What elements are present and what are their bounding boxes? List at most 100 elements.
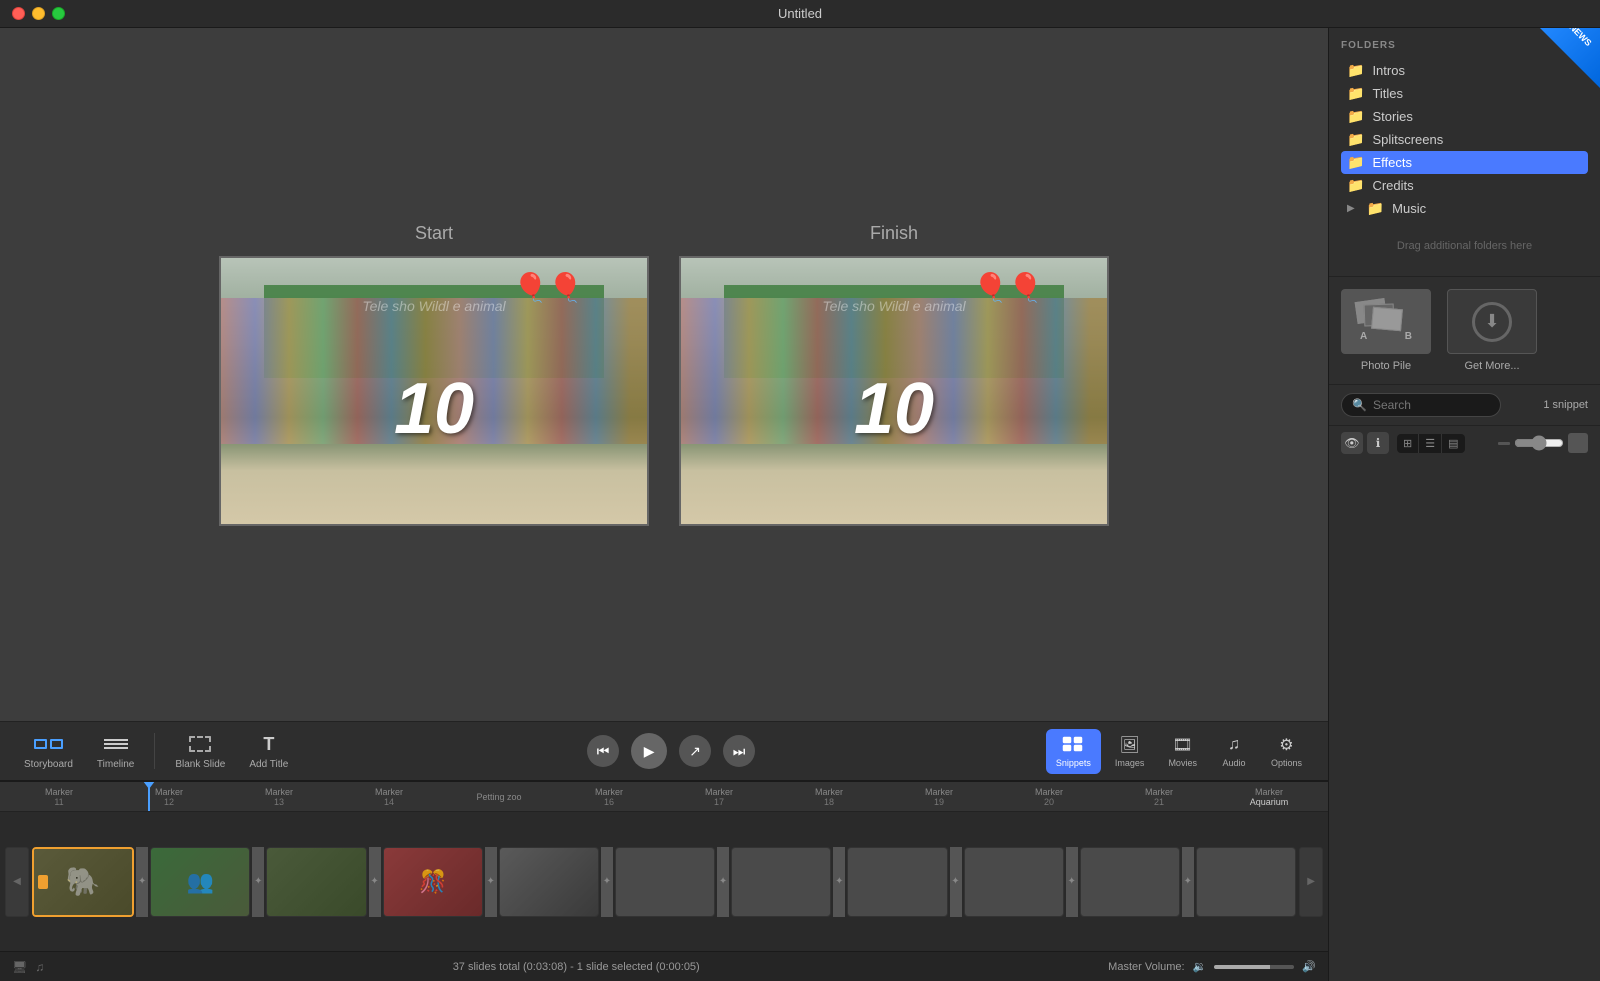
play-button[interactable]: ▶	[631, 733, 667, 769]
clip-connector-1: ✦	[136, 847, 148, 917]
volume-slider[interactable]	[1214, 965, 1294, 969]
pile-letter-b: B	[1405, 331, 1412, 342]
folder-intros[interactable]: 📁 Intros	[1341, 59, 1588, 82]
fast-forward-button[interactable]: ⏭	[723, 735, 755, 767]
clip-handle-left: ◀	[5, 847, 29, 917]
share-button[interactable]: ↗	[679, 735, 711, 767]
marker-17: Marker 17	[664, 787, 774, 807]
size-controls	[1498, 433, 1588, 453]
snippet-count: 1 snippet	[1543, 399, 1588, 411]
detail-view-button[interactable]: ▤	[1442, 434, 1464, 453]
folder-stories[interactable]: 📁 Stories	[1341, 105, 1588, 128]
status-bar: 🖥 ♫ 37 slides total (0:03:08) - 1 slide …	[0, 951, 1328, 981]
clip-aquarium[interactable]	[1196, 847, 1296, 917]
size-min-icon	[1498, 442, 1510, 445]
news-text: NEWS	[1567, 22, 1593, 48]
folder-titles[interactable]: 📁 Titles	[1341, 82, 1588, 105]
balloon-area-2: 🎈🎈	[973, 271, 1043, 304]
right-sidebar: FOLDERS 📁 Intros 📁 Titles 📁 Stories 📁 Sp…	[1328, 28, 1600, 981]
options-tab-label: Options	[1271, 758, 1302, 768]
volume-down-icon: 🔉	[1193, 960, 1207, 973]
main-layout: Start 10 🎈🎈 Tele sho Wildl e animal Fini…	[0, 28, 1600, 981]
clip-handle-right: ▶	[1299, 847, 1323, 917]
status-left-controls: 🖥 ♫	[12, 960, 44, 974]
tab-snippets[interactable]: Snippets	[1046, 729, 1101, 774]
folder-label-titles: Titles	[1372, 86, 1403, 101]
search-icon: 🔍	[1352, 398, 1367, 412]
view-controls: 👁 ℹ ⊞ ☰ ▤	[1329, 425, 1600, 460]
snippets-content[interactable]	[1329, 460, 1600, 981]
add-title-icon: T	[254, 732, 284, 756]
snippets-tab-label: Snippets	[1056, 758, 1091, 768]
toolbar-right-tabs: Snippets 🖼 Images 🎞 Movies ♫ Audio ⚙ Opt…	[1046, 729, 1312, 774]
search-input[interactable]	[1373, 398, 1490, 412]
clip-14[interactable]: 🎊	[383, 847, 483, 917]
add-title-button[interactable]: T Add Title	[241, 728, 296, 774]
toolbar: Storyboard Timeline	[0, 721, 1328, 781]
folder-splitscreens[interactable]: 📁 Splitscreens	[1341, 128, 1588, 151]
marker-20: Marker 20	[994, 787, 1104, 807]
playhead	[148, 782, 150, 811]
minimize-button[interactable]	[32, 7, 45, 20]
folder-icon-splitscreens: 📁	[1347, 131, 1364, 148]
folder-music[interactable]: ▶ 📁 Music	[1341, 197, 1588, 220]
close-button[interactable]	[12, 7, 25, 20]
list-view-button[interactable]: ☰	[1419, 434, 1442, 453]
clip-18[interactable]	[847, 847, 947, 917]
drag-hint: Drag additional folders here	[1341, 228, 1588, 264]
storyboard-button[interactable]: Storyboard	[16, 728, 81, 774]
folders-section: FOLDERS 📁 Intros 📁 Titles 📁 Stories 📁 Sp…	[1329, 28, 1600, 276]
clip-19[interactable]	[964, 847, 1064, 917]
tab-images[interactable]: 🖼 Images	[1105, 729, 1155, 774]
timeline-button[interactable]: Timeline	[89, 728, 142, 774]
pile-letter-a: A	[1360, 331, 1367, 342]
blank-slide-button[interactable]: Blank Slide	[167, 728, 233, 774]
clip-13[interactable]	[266, 847, 366, 917]
grid-view-button[interactable]: ⊞	[1397, 434, 1419, 453]
timeline-markers: Marker 11 Marker 12 Marker 13 Marker 14 …	[0, 782, 1328, 812]
marker-14: Marker 14	[334, 787, 444, 807]
movies-icon: 🎞	[1170, 735, 1196, 755]
clip-connector-5: ✦	[601, 847, 613, 917]
finish-frame[interactable]: 10 🎈🎈 Tele sho Wildl e animal	[679, 256, 1109, 526]
folder-credits[interactable]: 📁 Credits	[1341, 174, 1588, 197]
pile-card-3	[1371, 306, 1403, 331]
clip-connector-8: ✦	[950, 847, 962, 917]
folder-label-effects: Effects	[1372, 155, 1412, 170]
clip-15[interactable]	[499, 847, 599, 917]
clip-11[interactable]: 🐘	[32, 847, 134, 917]
start-frame[interactable]: 10 🎈🎈 Tele sho Wildl e animal	[219, 256, 649, 526]
search-box: 🔍	[1341, 393, 1501, 417]
get-more-template[interactable]: ⬇ Get More...	[1447, 289, 1537, 372]
images-icon: 🖼	[1117, 735, 1143, 755]
folder-icon-intros: 📁	[1347, 62, 1364, 79]
folder-icon-credits: 📁	[1347, 177, 1364, 194]
eye-view-button[interactable]: 👁	[1341, 432, 1363, 454]
tab-audio[interactable]: ♫ Audio	[1211, 729, 1257, 774]
marker-11: Marker 11	[4, 787, 114, 807]
marker-21: Marker 21	[1104, 787, 1214, 807]
tab-options[interactable]: ⚙ Options	[1261, 729, 1312, 774]
folder-icon-music: 📁	[1367, 200, 1384, 217]
maximize-button[interactable]	[52, 7, 65, 20]
marker-petting-zoo: Petting zoo	[444, 792, 554, 802]
marker-18: Marker 18	[774, 787, 884, 807]
size-slider[interactable]	[1514, 435, 1564, 451]
finish-panel: Finish 10 🎈🎈 Tele sho Wildl e animal	[679, 223, 1109, 526]
music-icon: ♫	[35, 960, 44, 974]
photo-pile-template[interactable]: A B Photo Pile	[1341, 289, 1431, 372]
clip-16[interactable]	[615, 847, 715, 917]
photo-pile-thumb: A B	[1341, 289, 1431, 354]
tab-movies[interactable]: 🎞 Movies	[1158, 729, 1207, 774]
clip-17[interactable]	[731, 847, 831, 917]
folder-label-intros: Intros	[1372, 63, 1405, 78]
start-scene: 10 🎈🎈 Tele sho Wildl e animal	[221, 258, 647, 524]
storyboard-label: Storyboard	[24, 759, 73, 770]
info-view-button[interactable]: ℹ	[1367, 432, 1389, 454]
clip-12[interactable]: 👥	[150, 847, 250, 917]
rewind-button[interactable]: ⏮	[587, 735, 619, 767]
folder-effects[interactable]: 📁 Effects	[1341, 151, 1588, 174]
timeline-tracks[interactable]: ◀ 🐘 ✦ 👥 ✦ ✦	[0, 812, 1328, 951]
photo-pile-label: Photo Pile	[1361, 360, 1411, 372]
clip-20[interactable]	[1080, 847, 1180, 917]
